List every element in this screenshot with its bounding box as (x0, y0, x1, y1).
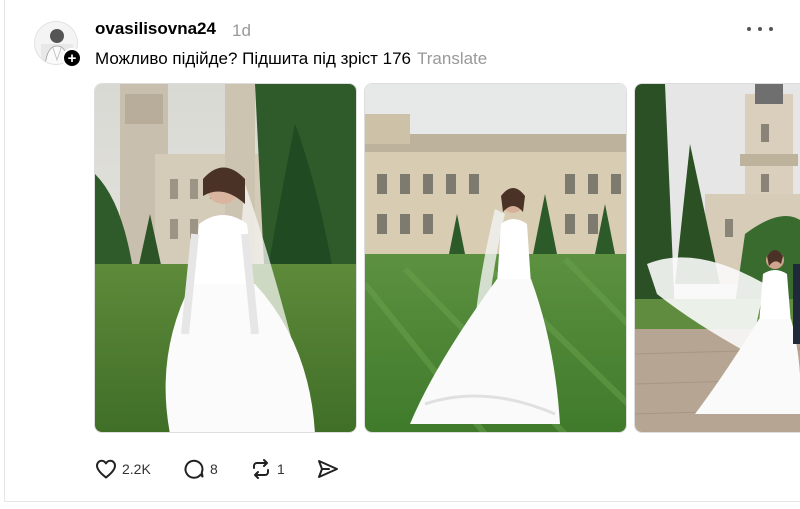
photo-bride-veil-tower[interactable] (634, 83, 800, 433)
photo-bride-castle-garden[interactable] (94, 83, 357, 433)
reply-button[interactable]: 8 (182, 456, 218, 482)
like-count: 2.2K (122, 461, 151, 477)
repost-icon (253, 459, 269, 479)
heart-icon (96, 459, 116, 479)
photo-bride-lawn-palace[interactable] (364, 83, 627, 433)
share-button[interactable] (316, 456, 340, 482)
translate-link[interactable]: Translate (417, 49, 487, 68)
comment-icon (184, 459, 204, 479)
post-time: 1d (232, 21, 251, 40)
repost-button[interactable]: 1 (249, 456, 285, 482)
caption-text: Можливо підійде? Підшита під зріст 176 (95, 49, 411, 68)
repost-count: 1 (277, 461, 285, 477)
username[interactable]: ovasilisovna24 (95, 19, 216, 39)
post-caption: Можливо підійде? Підшита під зріст 176 Tr… (95, 49, 487, 69)
more-dots-icon[interactable] (747, 18, 773, 40)
like-button[interactable]: 2.2K (94, 456, 151, 482)
photo-carousel[interactable] (0, 83, 800, 433)
reply-count: 8 (210, 461, 218, 477)
follow-plus-icon[interactable]: + (62, 48, 82, 68)
send-icon (318, 460, 338, 478)
